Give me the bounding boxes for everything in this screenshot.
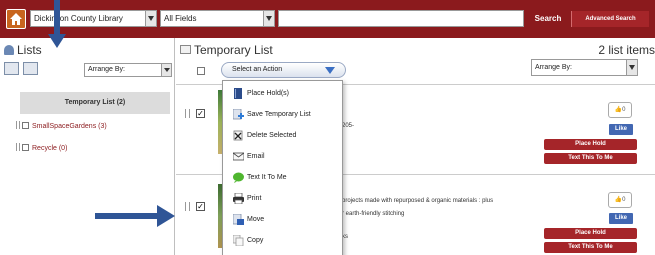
- sidebar-item-recycle[interactable]: Recycle (0): [16, 138, 170, 160]
- menu-item-place-holds[interactable]: Place Hold(s): [223, 84, 342, 104]
- menu-item-label: Delete Selected: [247, 132, 297, 139]
- list-checkbox[interactable]: [22, 144, 29, 151]
- item-title-line: projects made with repurposed & organic …: [342, 198, 494, 204]
- menu-item-label: Print: [247, 195, 262, 202]
- text-message-icon: [233, 172, 244, 183]
- drag-handle-icon[interactable]: [16, 121, 20, 129]
- select-all-checkbox[interactable]: [197, 67, 205, 75]
- save-list-icon: [233, 109, 244, 120]
- text-this-to-me-button[interactable]: Text This To Me: [544, 242, 637, 253]
- list-nav: Temporary List (2) SmallSpaceGardens (3)…: [16, 92, 170, 160]
- menu-item-print[interactable]: Print: [223, 189, 342, 209]
- thumbs-up-icon: 👍: [614, 107, 623, 113]
- top-search-bar: Dickinson County Library All Fields Sear…: [0, 0, 655, 38]
- menu-item-label: Save Temporary List: [247, 111, 311, 118]
- person-icon: [4, 45, 14, 55]
- home-icon: [10, 13, 22, 25]
- field-select[interactable]: All Fields: [160, 10, 275, 27]
- home-button[interactable]: [6, 9, 26, 29]
- item-checkbox[interactable]: ✓: [196, 109, 205, 118]
- chevron-down-icon: [145, 11, 156, 26]
- move-icon: [233, 214, 244, 225]
- menu-item-label: Copy: [247, 237, 264, 244]
- like-label: Like: [614, 215, 627, 221]
- action-select-value: Select an Action: [232, 66, 283, 73]
- list-title-text: Temporary List: [194, 43, 273, 57]
- item-title-line: r earth-friendly stitching: [342, 211, 405, 217]
- sidebar-item-smallspacegardens[interactable]: SmallSpaceGardens (3): [16, 116, 170, 138]
- drag-handle-icon[interactable]: [16, 143, 20, 151]
- drag-handle-icon[interactable]: [185, 202, 190, 211]
- sidebar-item-temporary-list[interactable]: Temporary List (2): [20, 92, 170, 114]
- lists-title: Lists: [17, 43, 42, 57]
- like-label: Like: [614, 126, 627, 132]
- item-snippet: 205-: [342, 123, 355, 129]
- place-hold-button[interactable]: Place Hold: [544, 139, 637, 150]
- search-input[interactable]: [278, 10, 524, 27]
- like-count-value: 0: [622, 197, 626, 203]
- delete-icon: [233, 130, 243, 141]
- drag-handle-icon[interactable]: [185, 109, 190, 118]
- menu-item-move[interactable]: Move: [223, 210, 342, 230]
- print-icon: [233, 193, 244, 204]
- main-arrange-value: Arrange By:: [535, 64, 572, 71]
- list-icon: [180, 45, 191, 54]
- sidebar-arrange-select[interactable]: Arrange By:: [84, 63, 172, 77]
- chevron-down-icon: [626, 60, 637, 75]
- thumbs-up-icon: 👍: [614, 197, 623, 203]
- list-tools: [4, 62, 42, 77]
- like-count: 👍0: [608, 102, 632, 118]
- list-item-count: 2 list items: [598, 43, 655, 57]
- menu-item-email[interactable]: Email: [223, 147, 342, 167]
- menu-item-label: Text It To Me: [247, 174, 287, 181]
- copy-icon: [233, 235, 244, 246]
- lists-header: Lists: [4, 43, 42, 57]
- menu-item-label: Place Hold(s): [247, 90, 290, 97]
- sidebar-item-label: Recycle (0): [32, 145, 68, 152]
- action-menu: Place Hold(s) Save Temporary List Delete…: [222, 80, 343, 255]
- text-this-to-me-button[interactable]: Text This To Me: [544, 153, 637, 164]
- menu-item-text-it-to-me[interactable]: Text It To Me: [223, 168, 342, 188]
- facebook-like-button[interactable]: Like: [609, 124, 633, 135]
- menu-item-save-temporary-list[interactable]: Save Temporary List: [223, 105, 342, 125]
- chevron-down-icon: [263, 11, 274, 26]
- action-select[interactable]: Select an Action: [221, 62, 346, 78]
- facebook-like-button[interactable]: Like: [609, 213, 633, 224]
- sidebar-item-label: SmallSpaceGardens (3): [32, 123, 107, 130]
- menu-item-label: Move: [247, 216, 265, 223]
- annotation-arrow-right-icon: [95, 205, 175, 227]
- list-checkbox[interactable]: [22, 122, 29, 129]
- sidebar-arrange-value: Arrange By:: [88, 66, 125, 73]
- place-hold-button[interactable]: Place Hold: [544, 228, 637, 239]
- main-arrange-select[interactable]: Arrange By:: [531, 59, 638, 76]
- email-icon: [233, 152, 244, 161]
- annotation-arrow-down-icon: [48, 0, 66, 48]
- new-list-icon[interactable]: [4, 62, 19, 75]
- advanced-search-link[interactable]: Advanced Search: [571, 11, 649, 27]
- menu-item-delete-selected[interactable]: Delete Selected: [223, 126, 342, 146]
- like-count: 👍0: [608, 192, 632, 208]
- triangle-down-icon: [325, 67, 335, 74]
- edit-list-icon[interactable]: [23, 62, 38, 75]
- sidebar-item-label: Temporary List (2): [64, 99, 126, 106]
- menu-item-copy[interactable]: Copy: [223, 231, 342, 251]
- menu-item-label: Email: [247, 153, 265, 160]
- item-checkbox[interactable]: ✓: [196, 202, 205, 211]
- like-count-value: 0: [622, 107, 626, 113]
- chevron-down-icon: [161, 64, 171, 76]
- book-icon: [234, 88, 242, 99]
- field-select-value: All Fields: [164, 14, 197, 23]
- list-title: Temporary List: [180, 43, 273, 57]
- search-button[interactable]: Search: [528, 11, 568, 27]
